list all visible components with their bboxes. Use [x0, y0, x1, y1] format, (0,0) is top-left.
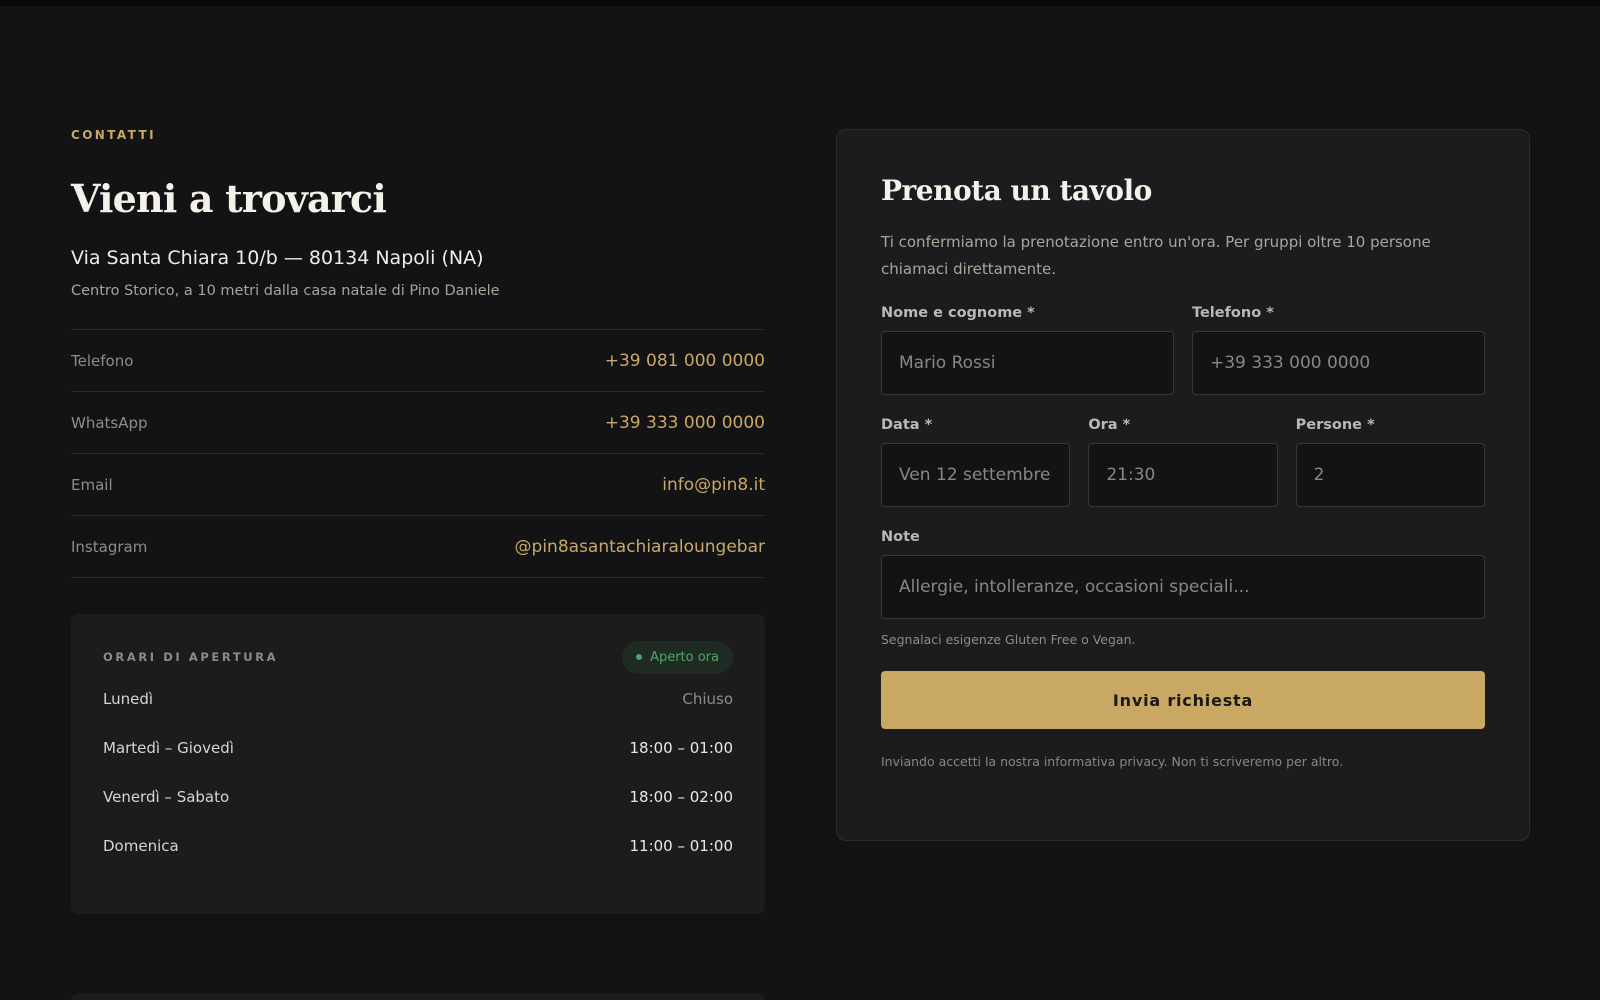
contact-row-whatsapp: WhatsApp +39 333 000 0000 — [71, 392, 765, 454]
time-input[interactable] — [1088, 443, 1278, 507]
form-row: Nome e cognome * Telefono * — [881, 305, 1485, 395]
contact-section: CONTATTI Vieni a trovarci Via Santa Chia… — [71, 128, 765, 914]
top-bar — [0, 0, 1600, 6]
date-label: Data * — [881, 417, 933, 433]
notes-field-group: Note — [881, 529, 1485, 619]
name-field-group: Nome e cognome * — [881, 305, 1174, 395]
date-field-group: Data * — [881, 417, 1071, 507]
instagram-link[interactable]: @pin8asantachiaraloungebar — [515, 537, 765, 557]
whatsapp-link[interactable]: +39 333 000 0000 — [605, 413, 765, 433]
hours-day: Martedì – Giovedì — [103, 738, 234, 757]
booking-form-card: Prenota un tavolo Ti confermiamo la pren… — [836, 129, 1530, 841]
contact-label: Email — [71, 475, 113, 494]
hours-day: Venerdì – Sabato — [103, 787, 230, 806]
hours-row: Venerdì – Sabato 18:00 – 02:00 — [103, 772, 733, 821]
opening-hours-header: ORARI DI APERTURA Aperto ora — [103, 640, 733, 674]
contact-label: Telefono — [71, 351, 134, 370]
hours-row: Lunedì Chiuso — [103, 674, 733, 723]
contact-label: WhatsApp — [71, 413, 148, 432]
opening-hours-card: ORARI DI APERTURA Aperto ora Lunedì Chiu… — [71, 614, 765, 914]
status-label: Aperto ora — [650, 649, 719, 665]
name-input[interactable] — [881, 331, 1174, 395]
phone-link[interactable]: +39 081 000 0000 — [605, 351, 765, 371]
booking-title: Prenota un tavolo — [881, 174, 1152, 207]
contact-row-email: Email info@pin8.it — [71, 454, 765, 516]
notes-label: Note — [881, 529, 920, 545]
section-eyebrow: CONTATTI — [71, 128, 156, 142]
address-note: Centro Storico, a 10 metri dalla casa na… — [71, 283, 500, 299]
hours-time: 11:00 – 01:00 — [629, 836, 734, 855]
hours-time: Chiuso — [682, 689, 733, 708]
notes-input[interactable] — [881, 555, 1485, 619]
time-label: Ora * — [1088, 417, 1131, 433]
submit-button[interactable]: Invia richiesta — [881, 671, 1485, 729]
status-dot-icon — [636, 654, 643, 660]
phone-input[interactable] — [1192, 331, 1485, 395]
contact-row-instagram: Instagram @pin8asantachiaraloungebar — [71, 516, 765, 578]
phone-label: Telefono * — [1192, 305, 1274, 321]
date-input[interactable] — [881, 443, 1071, 507]
next-card-edge — [71, 993, 765, 1000]
name-label: Nome e cognome * — [881, 305, 1035, 321]
guests-field-group: Persone * — [1295, 417, 1485, 507]
hours-row: Domenica 11:00 – 01:00 — [103, 821, 733, 870]
status-badge: Aperto ora — [622, 640, 733, 674]
guests-input[interactable] — [1295, 443, 1485, 507]
privacy-note: Inviando accetti la nostra informativa p… — [881, 754, 1344, 769]
contact-label: Instagram — [71, 537, 148, 556]
form-row: Note — [881, 529, 1485, 619]
page-title: Vieni a trovarci — [71, 176, 387, 221]
contact-row-phone: Telefono +39 081 000 0000 — [71, 330, 765, 392]
opening-hours-title: ORARI DI APERTURA — [103, 650, 279, 664]
time-field-group: Ora * — [1088, 417, 1278, 507]
phone-field-group: Telefono * — [1192, 305, 1485, 395]
notes-hint: Segnalaci esigenze Gluten Free o Vegan. — [881, 632, 1136, 647]
contact-list: Telefono +39 081 000 0000 WhatsApp +39 3… — [71, 329, 765, 578]
email-link[interactable]: info@pin8.it — [662, 475, 765, 495]
hours-time: 18:00 – 01:00 — [629, 738, 734, 757]
hours-day: Domenica — [103, 836, 179, 855]
hours-day: Lunedì — [103, 689, 154, 708]
guests-label: Persone * — [1295, 417, 1375, 433]
hours-row: Martedì – Giovedì 18:00 – 01:00 — [103, 723, 733, 772]
hours-time: 18:00 – 02:00 — [629, 787, 734, 806]
form-row: Data * Ora * Persone * — [881, 417, 1485, 507]
address: Via Santa Chiara 10/b — 80134 Napoli (NA… — [71, 247, 484, 269]
booking-description: Ti confermiamo la prenotazione entro un'… — [881, 233, 1431, 278]
